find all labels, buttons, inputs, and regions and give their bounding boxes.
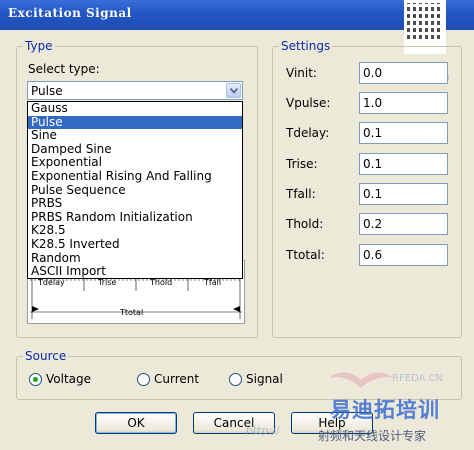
list-item[interactable]: Gauss: [28, 101, 242, 116]
ok-button[interactable]: OK: [95, 412, 177, 434]
signal-type-combobox[interactable]: Pulse: [27, 81, 243, 100]
diagram-label-tdelay: Tdelay: [37, 278, 65, 287]
qr-code-icon: [407, 3, 443, 39]
setting-label: Tdelay:: [286, 126, 330, 140]
list-item[interactable]: ASCII Import: [28, 265, 242, 279]
list-item[interactable]: Random: [28, 251, 242, 266]
settings-group-label: Settings: [279, 39, 333, 53]
setting-input[interactable]: 0.1: [359, 153, 448, 175]
list-item[interactable]: Pulse: [28, 115, 242, 130]
setting-input[interactable]: 0.1: [359, 183, 448, 205]
bird-logo-watermark: [328, 372, 394, 388]
radio-label: Signal: [246, 372, 283, 386]
setting-label: Ttotal:: [286, 248, 325, 262]
diagram-label-ttotal: Ttotal: [119, 308, 143, 317]
setting-label: Vpulse:: [286, 96, 331, 110]
list-item[interactable]: PRBS: [28, 197, 242, 211]
list-item[interactable]: Pulse Sequence: [28, 183, 242, 198]
list-item[interactable]: Damped Sine: [28, 142, 242, 157]
setting-input[interactable]: 0.1: [359, 122, 448, 144]
cancel-button[interactable]: Cancel: [193, 412, 275, 434]
setting-input[interactable]: 0.0: [359, 62, 448, 84]
select-type-label: Select type:: [28, 62, 100, 76]
setting-input[interactable]: 0.6: [359, 244, 448, 266]
setting-label: Vinit:: [286, 66, 317, 80]
radio-button[interactable]: [229, 372, 242, 386]
setting-label: Tfall:: [286, 187, 316, 201]
setting-label: Trise:: [286, 157, 318, 171]
list-item[interactable]: Sine: [28, 129, 242, 143]
list-item[interactable]: Exponential Rising And Falling: [28, 169, 242, 184]
type-group-label: Type: [23, 39, 55, 53]
chevron-down-icon: [230, 88, 238, 94]
window-title: Excitation Signal: [8, 6, 132, 20]
source-group-label: Source: [23, 349, 69, 363]
list-item[interactable]: PRBS Random Initialization: [28, 210, 242, 225]
radio-label: Voltage: [46, 372, 92, 386]
setting-label: Thold:: [286, 217, 324, 231]
signal-type-dropdown-list[interactable]: Gauss Pulse Sine Damped Sine Exponential Expo…: [27, 101, 243, 279]
diagram-label-thold: Thold: [149, 278, 172, 287]
title-bar[interactable]: Excitation Signal: [0, 0, 474, 30]
help-button[interactable]: Help: [291, 412, 373, 434]
dropdown-button[interactable]: [226, 83, 241, 98]
radio-button[interactable]: [137, 372, 150, 386]
setting-input[interactable]: 1.0: [359, 92, 448, 114]
signal-type-value: Pulse: [31, 84, 63, 98]
list-item[interactable]: Exponential: [28, 156, 242, 170]
source-option[interactable]: Current: [137, 372, 199, 386]
diagram-label-tfall: Tfall: [203, 278, 221, 287]
radio-label: Current: [154, 372, 200, 386]
source-option[interactable]: Signal: [229, 372, 283, 386]
diagram-label-trise: Trise: [97, 278, 116, 287]
list-item[interactable]: K28.5: [28, 224, 242, 238]
radio-button[interactable]: [29, 372, 42, 386]
setting-input[interactable]: 0.2: [359, 213, 448, 235]
list-item[interactable]: K28.5 Inverted: [28, 237, 242, 252]
source-option[interactable]: Voltage: [29, 372, 91, 386]
